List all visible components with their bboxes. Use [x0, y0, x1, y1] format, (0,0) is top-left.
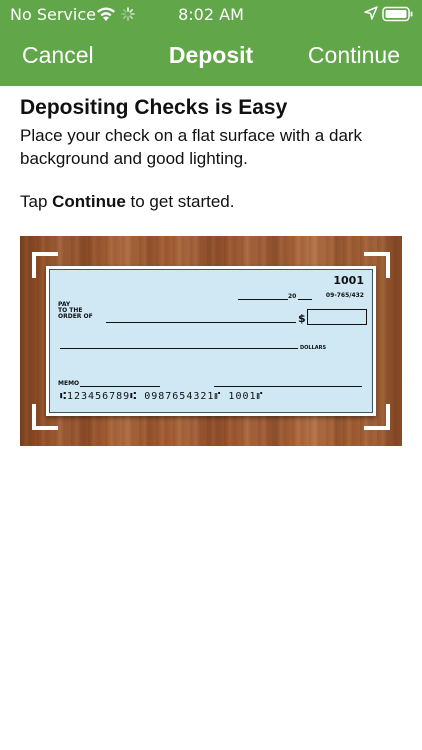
memo-line: [80, 386, 160, 387]
continue-button[interactable]: Continue: [308, 42, 400, 69]
dollar-sign: $: [298, 312, 306, 325]
continue-instruction-suffix: to get started.: [125, 192, 235, 211]
pay-to-label: PAY TO THE ORDER OF: [58, 302, 93, 320]
location-arrow-icon: [364, 6, 378, 20]
dollars-label: DOLLARS: [300, 345, 327, 351]
pay-to-line-3: ORDER OF: [58, 313, 93, 320]
clock: 8:02 AM: [178, 5, 244, 24]
amount-box: [307, 309, 367, 325]
status-bar: No Service 8:02 AM: [0, 0, 422, 28]
continue-instruction-prefix: Tap: [20, 192, 53, 211]
navigation-bar: Cancel Deposit Continue: [0, 36, 422, 76]
check-illustration: 1001 09-765/432 20 PAY TO THE ORDER OF $…: [20, 236, 402, 446]
date-year-prefix: 20: [288, 293, 297, 300]
payee-line: [106, 322, 296, 323]
cancel-button[interactable]: Cancel: [22, 42, 94, 69]
sample-check: 1001 09-765/432 20 PAY TO THE ORDER OF $…: [46, 266, 376, 416]
instructions-heading: Depositing Checks is Easy: [20, 96, 288, 119]
check-face: 1001 09-765/432 20 PAY TO THE ORDER OF $…: [49, 269, 373, 413]
top-bar: No Service 8:02 AM Cancel Deposit Contin…: [0, 0, 422, 86]
continue-instruction-emphasis: Continue: [52, 192, 126, 211]
continue-instruction: Tap Continue to get started.: [20, 192, 234, 212]
date-line: [238, 299, 288, 300]
signature-line: [214, 386, 362, 387]
date-line-year: [298, 299, 312, 300]
check-number: 1001: [333, 274, 364, 287]
written-amount-line: [60, 348, 298, 349]
instructions-description: Place your check on a flat surface with …: [20, 126, 363, 168]
micr-line: ⑆123456789⑆ 0987654321⑈ 1001⑈: [60, 391, 264, 402]
memo-label: MEMO: [58, 380, 80, 387]
battery-icon: [382, 6, 413, 22]
check-routing-fraction: 09-765/432: [325, 292, 364, 299]
